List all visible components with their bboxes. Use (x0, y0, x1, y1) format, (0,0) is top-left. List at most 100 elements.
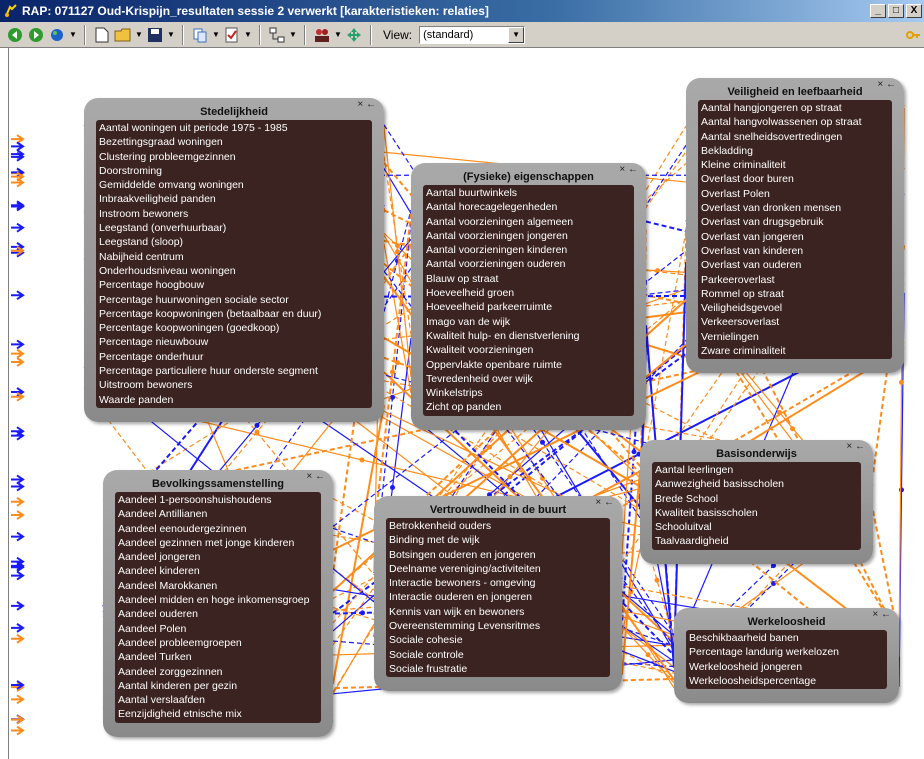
list-item[interactable]: Overeenstemming Levensritmes (389, 619, 607, 633)
list-item[interactable]: Overlast Polen (701, 187, 889, 201)
list-item[interactable]: Veiligheidsgevoel (701, 301, 889, 315)
list-item[interactable]: Schooluitval (655, 520, 858, 534)
open-dropdown-icon[interactable]: ▼ (135, 30, 143, 39)
list-item[interactable]: Overlast door buren (701, 172, 889, 186)
list-item[interactable]: Aantal woningen uit periode 1975 - 1985 (99, 121, 369, 135)
list-item[interactable]: Hoeveelheid parkeerruimte (426, 300, 631, 314)
list-item[interactable]: Percentage hoogbouw (99, 278, 369, 292)
node-close-icon[interactable]: × ← (619, 164, 638, 175)
list-item[interactable]: Kleine criminaliteit (701, 158, 889, 172)
list-item[interactable]: Aantal hangjongeren op straat (701, 101, 889, 115)
list-item[interactable]: Instroom bewoners (99, 207, 369, 221)
list-item[interactable]: Brede School (655, 492, 858, 506)
list-item[interactable]: Aantal snelheidsovertredingen (701, 130, 889, 144)
list-item[interactable]: Kwaliteit voorzieningen (426, 343, 631, 357)
list-item[interactable]: Aandeel Antillianen (118, 507, 318, 521)
layout-icon[interactable] (268, 26, 286, 44)
list-item[interactable]: Gemiddelde omvang woningen (99, 178, 369, 192)
list-item[interactable]: Overlast van jongeren (701, 230, 889, 244)
list-item[interactable]: Hoeveelheid groen (426, 286, 631, 300)
node-stedelijkheid[interactable]: Stedelijkheid × ← Aantal woningen uit peri… (84, 98, 384, 422)
list-item[interactable]: Aandeel midden en hoge inkomensgroep (118, 593, 318, 607)
open-folder-icon[interactable] (114, 26, 132, 44)
list-item[interactable]: Binding met de wijk (389, 533, 607, 547)
list-item[interactable]: Aantal buurtwinkels (426, 186, 631, 200)
relation-canvas[interactable]: Stedelijkheid × ← Aantal woningen uit peri… (8, 48, 924, 759)
move-icon[interactable] (345, 26, 363, 44)
list-item[interactable]: Percentage particuliere huur onderste se… (99, 364, 369, 378)
check-document-icon[interactable] (223, 26, 241, 44)
list-item[interactable]: Percentage onderhuur (99, 350, 369, 364)
list-item[interactable]: Beschikbaarheid banen (689, 631, 884, 645)
list-item[interactable]: Aantal voorzieningen jongeren (426, 229, 631, 243)
list-item[interactable]: Aandeel Turken (118, 650, 318, 664)
forward-icon[interactable] (27, 26, 45, 44)
save-icon[interactable] (146, 26, 164, 44)
list-item[interactable]: Winkelstrips (426, 386, 631, 400)
list-item[interactable]: Overlast van drugsgebruik (701, 215, 889, 229)
list-item[interactable]: Aantal voorzieningen algemeen (426, 215, 631, 229)
list-item[interactable]: Leegstand (sloop) (99, 235, 369, 249)
list-item[interactable]: Deelname vereniging/activiteiten (389, 562, 607, 576)
list-item[interactable]: Onderhoudsniveau woningen (99, 264, 369, 278)
chevron-down-icon[interactable]: ▼ (508, 26, 525, 43)
list-item[interactable]: Imago van de wijk (426, 315, 631, 329)
list-item[interactable]: Overlast van dronken mensen (701, 201, 889, 215)
list-item[interactable]: Bekladding (701, 144, 889, 158)
list-item[interactable]: Nabijheid centrum (99, 250, 369, 264)
list-item[interactable]: Aandeel jongeren (118, 550, 318, 564)
list-item[interactable]: Sociale controle (389, 648, 607, 662)
list-item[interactable]: Betrokkenheid ouders (389, 519, 607, 533)
node-werkeloosheid[interactable]: Werkeloosheid × ← Beschikbaarheid banen Per… (674, 608, 899, 704)
list-item[interactable]: Kennis van wijk en bewoners (389, 605, 607, 619)
list-item[interactable]: Interactie bewoners - omgeving (389, 576, 607, 590)
list-item[interactable]: Aantal kinderen per gezin (118, 679, 318, 693)
list-item[interactable]: Leegstand (onverhuurbaar) (99, 221, 369, 235)
node-close-icon[interactable]: × ← (846, 441, 865, 452)
list-item[interactable]: Werkeloosheid jongeren (689, 660, 884, 674)
list-item[interactable]: Zware criminaliteit (701, 344, 889, 358)
list-item[interactable]: Aandeel Polen (118, 622, 318, 636)
list-item[interactable]: Aandeel kinderen (118, 564, 318, 578)
list-item[interactable]: Aantal hangvolwassenen op straat (701, 115, 889, 129)
list-item[interactable]: Parkeeroverlast (701, 273, 889, 287)
list-item[interactable]: Aantal voorzieningen ouderen (426, 257, 631, 271)
list-item[interactable]: Percentage koopwoningen (betaalbaar en d… (99, 307, 369, 321)
list-item[interactable]: Inbraakveiligheid panden (99, 192, 369, 206)
key-icon[interactable] (904, 26, 922, 44)
list-item[interactable]: Aantal voorzieningen kinderen (426, 243, 631, 257)
node-close-icon[interactable]: × ← (595, 497, 614, 508)
list-item[interactable]: Aandeel probleemgroepen (118, 636, 318, 650)
list-item[interactable]: Aandeel ouderen (118, 607, 318, 621)
list-item[interactable]: Eenzijdigheid etnische mix (118, 707, 318, 721)
close-button[interactable]: X (906, 4, 922, 18)
node-vertrouwdheid[interactable]: Vertrouwdheid in de buurt × ← Betrokkenhei… (374, 496, 622, 692)
list-item[interactable]: Percentage koopwoningen (goedkoop) (99, 321, 369, 335)
list-item[interactable]: Botsingen ouderen en jongeren (389, 548, 607, 562)
list-item[interactable]: Doorstroming (99, 164, 369, 178)
list-item[interactable]: Blauw op straat (426, 272, 631, 286)
list-item[interactable]: Percentage landurig werkelozen (689, 645, 884, 659)
users-icon[interactable] (313, 26, 331, 44)
list-item[interactable]: Kwaliteit hulp- en dienstverlening (426, 329, 631, 343)
list-item[interactable]: Percentage nieuwbouw (99, 335, 369, 349)
list-item[interactable]: Oppervlakte openbare ruimte (426, 358, 631, 372)
maximize-button[interactable]: □ (888, 4, 904, 18)
list-item[interactable]: Aantal horecagelegenheden (426, 200, 631, 214)
list-item[interactable]: Kwaliteit basisscholen (655, 506, 858, 520)
list-item[interactable]: Werkeloosheidspercentage (689, 674, 884, 688)
users-dropdown-icon[interactable]: ▼ (334, 30, 342, 39)
list-item[interactable]: Verkeersoverlast (701, 315, 889, 329)
list-item[interactable]: Aantal verslaafden (118, 693, 318, 707)
list-item[interactable]: Rommel op straat (701, 287, 889, 301)
node-close-icon[interactable]: × ← (357, 99, 376, 110)
node-veiligheid-leefbaarheid[interactable]: Veiligheid en leefbaarheid × ← Aantal hang… (686, 78, 904, 374)
node-close-icon[interactable]: × ← (306, 471, 325, 482)
list-item[interactable]: Waarde panden (99, 393, 369, 407)
list-item[interactable]: Overlast van kinderen (701, 244, 889, 258)
list-item[interactable]: Taalvaardigheid (655, 534, 858, 548)
list-item[interactable]: Tevredenheid over wijk (426, 372, 631, 386)
copy-dropdown-icon[interactable]: ▼ (212, 30, 220, 39)
list-item[interactable]: Aandeel Marokkanen (118, 579, 318, 593)
copy-icon[interactable] (191, 26, 209, 44)
